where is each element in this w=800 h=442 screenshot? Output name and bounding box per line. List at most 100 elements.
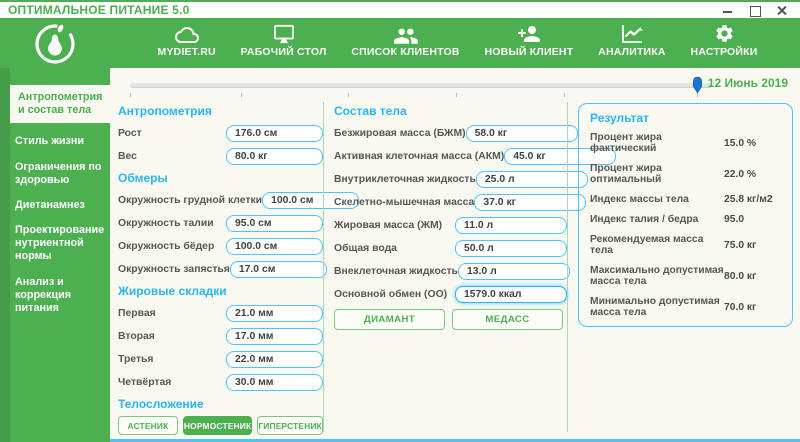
slider-tick [130,93,131,97]
body-type-options: АСТЕНИК НОРМОСТЕНИК ГИПЕРСТЕНИК [118,416,323,435]
total-water-input[interactable] [455,240,567,257]
window-title: ОПТИМАЛЬНОЕ ПИТАНИЕ 5.0 [8,3,190,17]
slider-tick [455,93,457,97]
extracellular-fluid-input[interactable] [457,263,570,280]
result-row: Процент жира оптимальный 22.0 % [590,163,782,185]
section-title-results: Результат [590,111,649,125]
field-label: Внутриклеточная жидкость [334,174,476,185]
pear-icon [35,24,75,64]
result-value: 70.0 кг [724,301,757,313]
result-value: 25.8 кг/м2 [724,194,773,205]
field-label: Третья [118,354,154,365]
section-title-composition: Состав тела [334,104,407,118]
hypersthenic-button[interactable]: ГИПЕРСТЕНИК [257,416,323,435]
field-label: Общая вода [334,243,397,254]
height-input[interactable] [226,125,323,142]
field-row: Четвёртая [118,374,323,391]
field-label: Окружность талии [118,218,214,229]
content-area: 12 Июнь 2019 Антропометрия Рост Вес Обме… [110,68,800,442]
device-buttons: ДИАМАНТ МЕДАСС [334,309,567,330]
maximize-icon[interactable] [749,4,761,17]
content-columns: Антропометрия Рост Вес Обмеры Окружность… [110,100,800,442]
asthenic-button[interactable]: АСТЕНИК [118,416,178,435]
composition-column: Состав тела Безжировая масса (БЖМ) Актив… [324,100,617,442]
slider-tick [240,93,242,97]
field-label: Окружность бёдер [118,241,215,252]
sidebar-item-anthropometry[interactable]: Антропометрия и состав тела [10,85,110,124]
skinfold-2-input[interactable] [226,328,323,345]
result-label: Минимально допустимая масса тела [590,296,720,318]
nav-label: АНАЛИТИКА [598,46,666,58]
person-add-icon [517,26,540,42]
nav-label: РАБОЧИЙ СТОЛ [240,46,327,58]
sidebar-item-nutrient-norm[interactable]: Проектирование нутриентной нормы [0,224,110,264]
sidebar-item-analysis-correction[interactable]: Анализ и коррекция питания [0,276,110,316]
field-label: Вес [118,151,137,162]
minimize-icon[interactable] [722,4,734,16]
results-box: Результат Процент жира фактический 15.0 … [578,103,793,327]
anthropometry-column: Антропометрия Рост Вес Обмеры Окружность… [118,100,360,442]
nav-item-client-list[interactable]: СПИСОК КЛИЕНТОВ [351,25,459,58]
nav-item-new-client[interactable]: НОВЫЙ КЛИЕНТ [485,25,574,58]
hip-girth-input[interactable] [226,238,323,255]
wrist-girth-input[interactable] [229,261,327,278]
nav-label: НАСТРОЙКИ [690,46,758,58]
gear-icon [715,25,733,42]
fat-free-mass-input[interactable] [465,125,578,142]
medass-button[interactable]: МЕДАСС [452,309,563,330]
field-row: Внутриклеточная жидкость [334,171,588,188]
field-row: Окружность талии [118,215,323,232]
selected-date: 12 Июнь 2019 [707,76,788,90]
field-row: Вес [118,148,323,165]
field-label: Четвёртая [118,377,172,388]
results-column: Результат Процент жира фактический 15.0 … [568,100,793,442]
diamant-button[interactable]: ДИАМАНТ [334,309,445,330]
waist-girth-input[interactable] [226,215,323,232]
sidebar-item-health-restrictions[interactable]: Ограничения по здоровью [0,161,110,187]
date-slider-handle[interactable] [692,76,703,94]
nav-label: MYDIET.RU [157,46,216,58]
cloud-icon [174,27,199,43]
result-row: Максимально допустимая масса тела 80.0 к… [590,265,782,287]
basal-metabolism-input[interactable] [455,286,567,303]
skinfold-1-input[interactable] [226,305,323,322]
normosthenic-button[interactable]: НОРМОСТЕНИК [182,416,253,435]
chart-icon [622,25,643,43]
nav-item-mydiet[interactable]: MYDIET.RU [157,25,216,58]
result-label: Процент жира оптимальный [590,163,662,185]
field-row: Общая вода [334,240,567,257]
people-icon [393,28,418,44]
app-logo[interactable] [0,20,110,66]
field-row: Третья [118,351,323,368]
fat-mass-input[interactable] [455,217,567,234]
weight-input[interactable] [226,148,323,165]
close-icon[interactable] [776,4,788,16]
sidebar-item-lifestyle[interactable]: Стиль жизни [0,135,110,148]
field-label: Скелетно-мышечная масса [334,197,475,208]
skinfold-3-input[interactable] [226,351,323,368]
field-row: Окружность грудной клетки [118,192,360,209]
nav-item-desktop[interactable]: РАБОЧИЙ СТОЛ [241,24,327,58]
skinfold-4-input[interactable] [226,374,323,391]
date-slider-row: 12 Июнь 2019 [110,68,800,100]
sidebar-item-diet-history[interactable]: Диетанамнез [0,199,110,212]
result-row: Процент жира фактический 15.0 % [590,132,782,154]
slider-tick [348,93,350,97]
result-row: Минимально допустимая масса тела 70.0 кг [590,296,782,318]
field-label: Рост [118,128,142,139]
field-label: Внеклеточная жидкость [334,266,458,277]
field-label: Жировая масса (ЖМ) [334,220,443,231]
field-row: Рост [118,125,323,142]
date-slider-track[interactable] [130,76,712,97]
result-label: Рекомендуемая масса тела [590,234,704,256]
nav-item-analytics[interactable]: АНАЛИТИКА [598,24,666,58]
slider-tick [563,93,565,97]
sidebar: Антропометрия и состав тела Стиль жизни … [0,68,110,442]
field-row: Окружность бёдер [118,238,323,255]
field-label: Безжировая масса (БЖМ) [334,128,466,139]
main-nav: MYDIET.RU РАБОЧИЙ СТОЛ СПИСОК КЛИЕНТОВ Н… [0,18,800,68]
section-title-girths: Обмеры [118,171,168,185]
nav-label: СПИСОК КЛИЕНТОВ [351,46,460,58]
nav-items: MYDIET.RU РАБОЧИЙ СТОЛ СПИСОК КЛИЕНТОВ Н… [110,23,800,63]
nav-item-settings[interactable]: НАСТРОЙКИ [691,23,758,58]
